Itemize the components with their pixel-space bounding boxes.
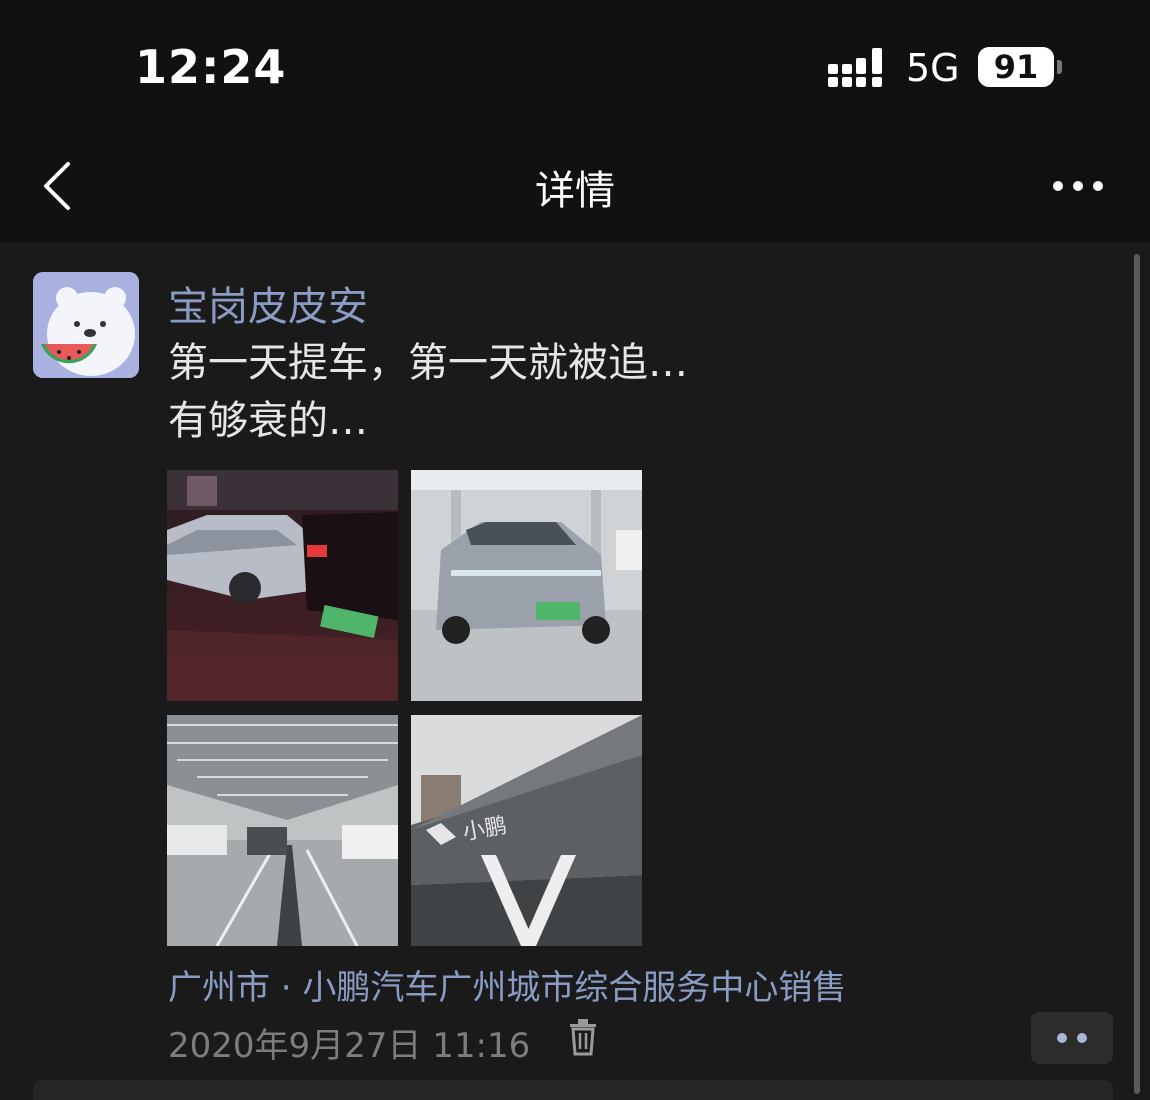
- photo-showroom-car: [411, 470, 642, 701]
- bear-avatar-icon: [33, 272, 139, 378]
- comment-like-button[interactable]: [1031, 1012, 1113, 1064]
- post-text-line: 第一天提车，第一天就被追…: [168, 340, 688, 386]
- post-photo[interactable]: [167, 715, 398, 946]
- photo-building: 小鹏: [411, 715, 642, 946]
- photo-collision: [167, 470, 398, 701]
- post-text: 第一天提车，第一天就被追… 有够衰的…: [168, 334, 688, 450]
- network-type: 5G: [906, 46, 960, 90]
- status-time: 12:24: [135, 40, 287, 94]
- trash-icon[interactable]: [568, 1018, 598, 1056]
- post-timestamp: 2020年9月27日 11:16: [168, 1026, 531, 1066]
- page-title: 详情: [535, 168, 615, 214]
- scrollbar[interactable]: [1134, 254, 1140, 1094]
- photo-warehouse: [167, 715, 398, 946]
- post-detail: 宝岗皮皮安 第一天提车，第一天就被追… 有够衰的… 小鹏 广州市 · 小鹏汽车广…: [0, 242, 1150, 1100]
- post-text-line: 有够衰的…: [168, 398, 368, 444]
- battery-tip: [1057, 60, 1062, 74]
- post-photo[interactable]: [167, 470, 398, 701]
- more-icon[interactable]: [1052, 174, 1104, 198]
- battery-icon: 91: [978, 47, 1054, 87]
- signal-icon: [828, 48, 882, 87]
- location-link[interactable]: 广州市 · 小鹏汽车广州城市综合服务中心销售: [168, 960, 846, 1009]
- comment-area: [33, 1080, 1113, 1100]
- avatar[interactable]: [33, 272, 139, 378]
- status-bar: 12:24 5G 91: [0, 0, 1150, 130]
- author-name[interactable]: 宝岗皮皮安: [168, 274, 368, 332]
- post-photo[interactable]: [411, 470, 642, 701]
- post-photo[interactable]: 小鹏: [411, 715, 642, 946]
- nav-bar: 详情: [0, 130, 1150, 242]
- two-dots-icon: [1057, 1033, 1087, 1043]
